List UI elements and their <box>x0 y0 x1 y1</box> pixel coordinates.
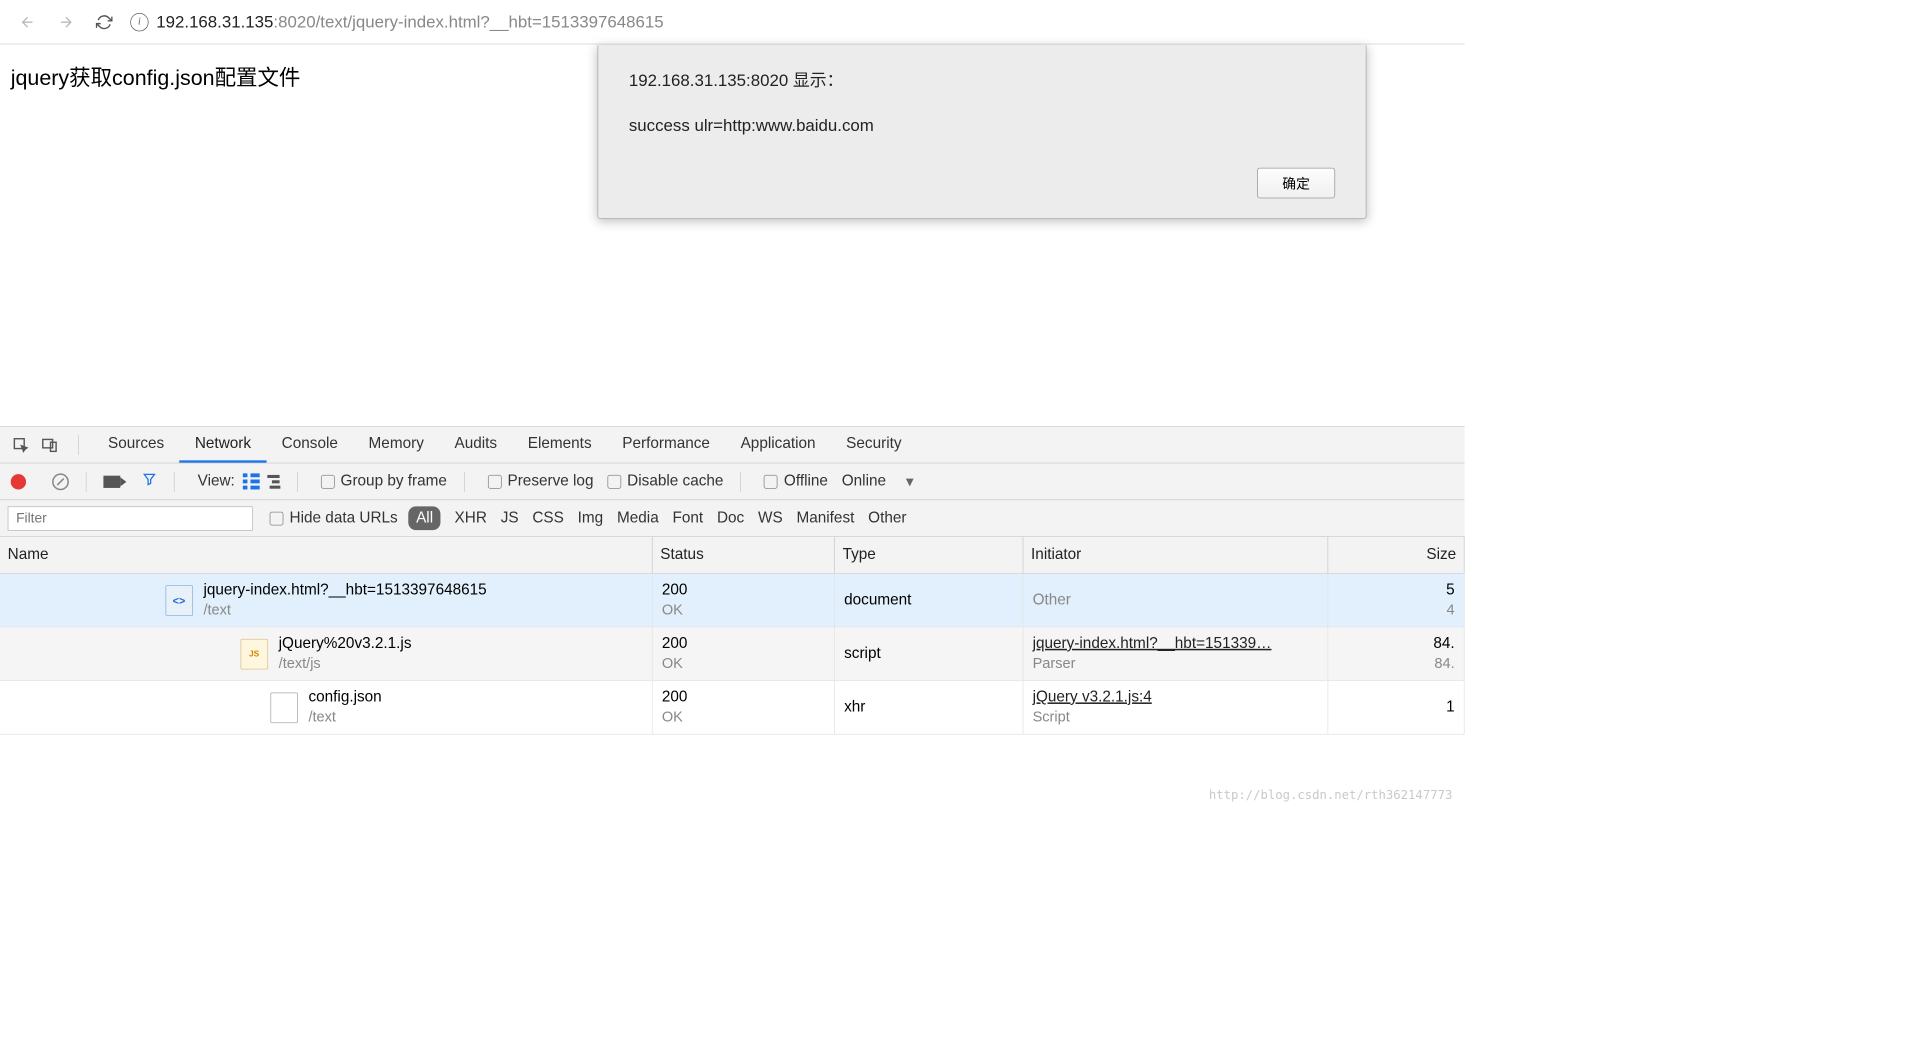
col-type[interactable]: Type <box>835 537 1023 573</box>
alert-ok-button[interactable]: 确定 <box>1257 168 1335 199</box>
filter-media[interactable]: Media <box>617 509 659 527</box>
file-icon: <> <box>165 585 193 616</box>
tab-performance[interactable]: Performance <box>607 427 725 462</box>
back-button[interactable] <box>15 10 40 35</box>
filter-all[interactable]: All <box>408 506 440 530</box>
filter-doc[interactable]: Doc <box>717 509 744 527</box>
tab-console[interactable]: Console <box>266 427 353 462</box>
filter-input[interactable] <box>8 506 253 531</box>
group-by-frame-checkbox[interactable]: Group by frame <box>321 473 447 491</box>
devtools-controls: View: Group by frame Preserve log Disabl… <box>0 463 1465 500</box>
filter-js[interactable]: JS <box>501 509 519 527</box>
hide-data-urls-checkbox[interactable]: Hide data URLs <box>270 509 398 527</box>
preserve-log-checkbox[interactable]: Preserve log <box>488 473 594 491</box>
separator <box>297 471 298 491</box>
separator <box>464 471 465 491</box>
filter-font[interactable]: Font <box>673 509 704 527</box>
tab-security[interactable]: Security <box>831 427 917 462</box>
filter-ws[interactable]: WS <box>758 509 783 527</box>
separator <box>78 435 79 455</box>
col-status[interactable]: Status <box>653 537 835 573</box>
tab-application[interactable]: Application <box>725 427 831 462</box>
site-info-icon[interactable]: i <box>130 13 148 31</box>
disable-cache-checkbox[interactable]: Disable cache <box>607 473 723 491</box>
url-path: :8020/text/jquery-index.html?__hbt=15133… <box>273 12 663 32</box>
separator <box>174 471 175 491</box>
address-bar[interactable]: 192.168.31.135:8020/text/jquery-index.ht… <box>156 12 1449 32</box>
alert-message: success ulr=http:www.baidu.com <box>629 116 1335 136</box>
col-name[interactable]: Name <box>0 537 653 573</box>
record-button[interactable] <box>11 474 26 489</box>
inspect-icon[interactable] <box>11 435 31 455</box>
table-row[interactable]: JS jQuery%20v3.2.1.js/text/js 200OK scri… <box>0 627 1465 681</box>
devtools-filters: Hide data URLs All XHR JS CSS Img Media Font Do… <box>0 500 1465 537</box>
col-initiator[interactable]: Initiator <box>1023 537 1328 573</box>
browser-toolbar: i 192.168.31.135:8020/text/jquery-index.… <box>0 0 1465 44</box>
screenshot-icon[interactable] <box>103 475 120 487</box>
watermark: http://blog.csdn.net/rth362147773 <box>1209 787 1453 802</box>
devtools-panel: SourcesNetworkConsoleMemoryAuditsElement… <box>0 426 1465 735</box>
tab-audits[interactable]: Audits <box>439 427 512 462</box>
view-label: View: <box>198 473 235 491</box>
file-icon: JS <box>240 638 268 669</box>
device-toggle-icon[interactable] <box>40 435 60 455</box>
table-row[interactable]: config.json/text 200OK xhr jQuery v3.2.1… <box>0 681 1465 735</box>
clear-button[interactable] <box>52 473 69 490</box>
filter-xhr[interactable]: XHR <box>455 509 487 527</box>
waterfall-icon[interactable] <box>267 475 280 489</box>
alert-title: 192.168.31.135:8020 显示： <box>629 67 1335 92</box>
reload-button[interactable] <box>92 10 117 35</box>
filter-css[interactable]: CSS <box>532 509 564 527</box>
col-size[interactable]: Size <box>1328 537 1464 573</box>
network-table: Name Status Type Initiator Size <> jquer… <box>0 537 1465 735</box>
filter-img[interactable]: Img <box>578 509 604 527</box>
devtools-tabs: SourcesNetworkConsoleMemoryAuditsElement… <box>0 427 1465 464</box>
forward-button[interactable] <box>54 10 79 35</box>
offline-checkbox[interactable]: Offline <box>764 473 828 491</box>
table-row[interactable]: <> jquery-index.html?__hbt=1513397648615… <box>0 574 1465 628</box>
tab-memory[interactable]: Memory <box>353 427 439 462</box>
tab-sources[interactable]: Sources <box>93 427 180 462</box>
large-rows-icon[interactable] <box>242 473 259 489</box>
filter-other[interactable]: Other <box>868 509 906 527</box>
filter-manifest[interactable]: Manifest <box>796 509 854 527</box>
url-host: 192.168.31.135 <box>156 12 273 32</box>
alert-dialog: 192.168.31.135:8020 显示： success ulr=http… <box>597 45 1366 219</box>
separator <box>86 471 87 491</box>
tab-network[interactable]: Network <box>180 427 267 462</box>
throttle-select[interactable]: Online ▾ <box>842 472 914 491</box>
filter-toggle-icon[interactable] <box>142 472 157 491</box>
tab-elements[interactable]: Elements <box>512 427 607 462</box>
chevron-down-icon: ▾ <box>906 472 914 491</box>
table-header: Name Status Type Initiator Size <box>0 537 1465 574</box>
separator <box>740 471 741 491</box>
file-icon <box>270 692 298 723</box>
